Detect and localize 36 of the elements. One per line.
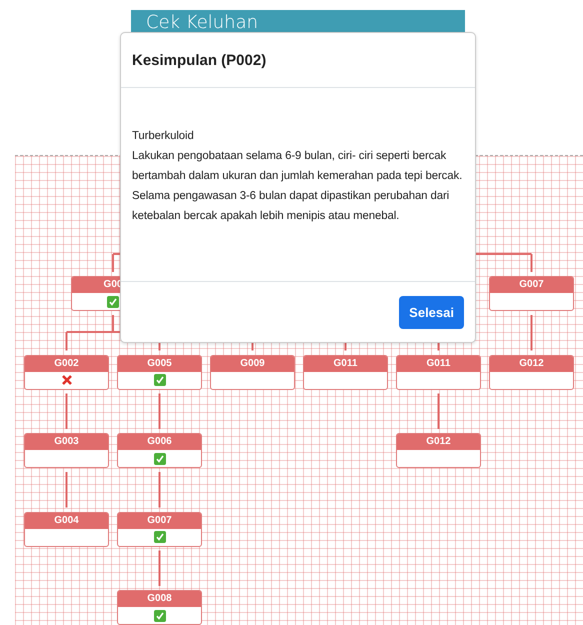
modal-title: Kesimpulan (P002) [132,52,266,68]
check-icon [154,610,166,622]
cross-icon [60,374,72,386]
node-label: G011 [397,356,480,372]
tree-node[interactable]: G012 [396,433,481,468]
node-label: G012 [397,434,480,450]
page-title: Cek Keluhan [146,12,258,34]
node-label: G007 [490,277,573,293]
tree-node[interactable]: G011 [303,354,388,390]
node-label: G011 [304,356,387,372]
node-label: G007 [118,512,201,528]
check-icon [154,374,166,386]
tree-node[interactable]: G003 [24,433,109,468]
check-icon [154,452,166,464]
node-label: G009 [211,356,294,372]
tree-node[interactable]: G002 [24,354,109,390]
tree-node[interactable]: G007 [489,276,574,311]
node-label: G005 [118,356,201,372]
node-label: G006 [118,434,201,450]
tree-node[interactable]: G009 [210,354,295,390]
tree-node[interactable]: G006 [117,433,202,468]
node-label: G008 [118,591,201,607]
diagnosis-name: Turberkuloid [132,129,195,144]
node-label: G003 [25,434,108,450]
finish-button[interactable]: Selesai [399,296,464,328]
tree-node[interactable]: G005 [117,354,202,390]
node-label: G004 [25,512,108,528]
tree-node[interactable]: G004 [24,512,109,546]
tree-node[interactable]: G011 [396,354,481,390]
tree-node[interactable]: G007 [117,512,202,546]
tree-node[interactable]: G008 [117,590,202,625]
diagnosis-text: Lakukan pengobataan selama 6-9 bulan, ciri- ciri seperti bercak bertambah dalam ukuran dan jumlah kemerahan pada tepi bercak. Selama pengawasan 3-6 bulan dapat dipastikan perubahan dari ketebalan bercak apakah lebih menipis atau menebal. [132,149,464,224]
check-icon [154,531,166,543]
node-label: G002 [25,356,108,372]
tree-node[interactable]: G012 [489,354,574,390]
node-label: G012 [490,356,573,372]
